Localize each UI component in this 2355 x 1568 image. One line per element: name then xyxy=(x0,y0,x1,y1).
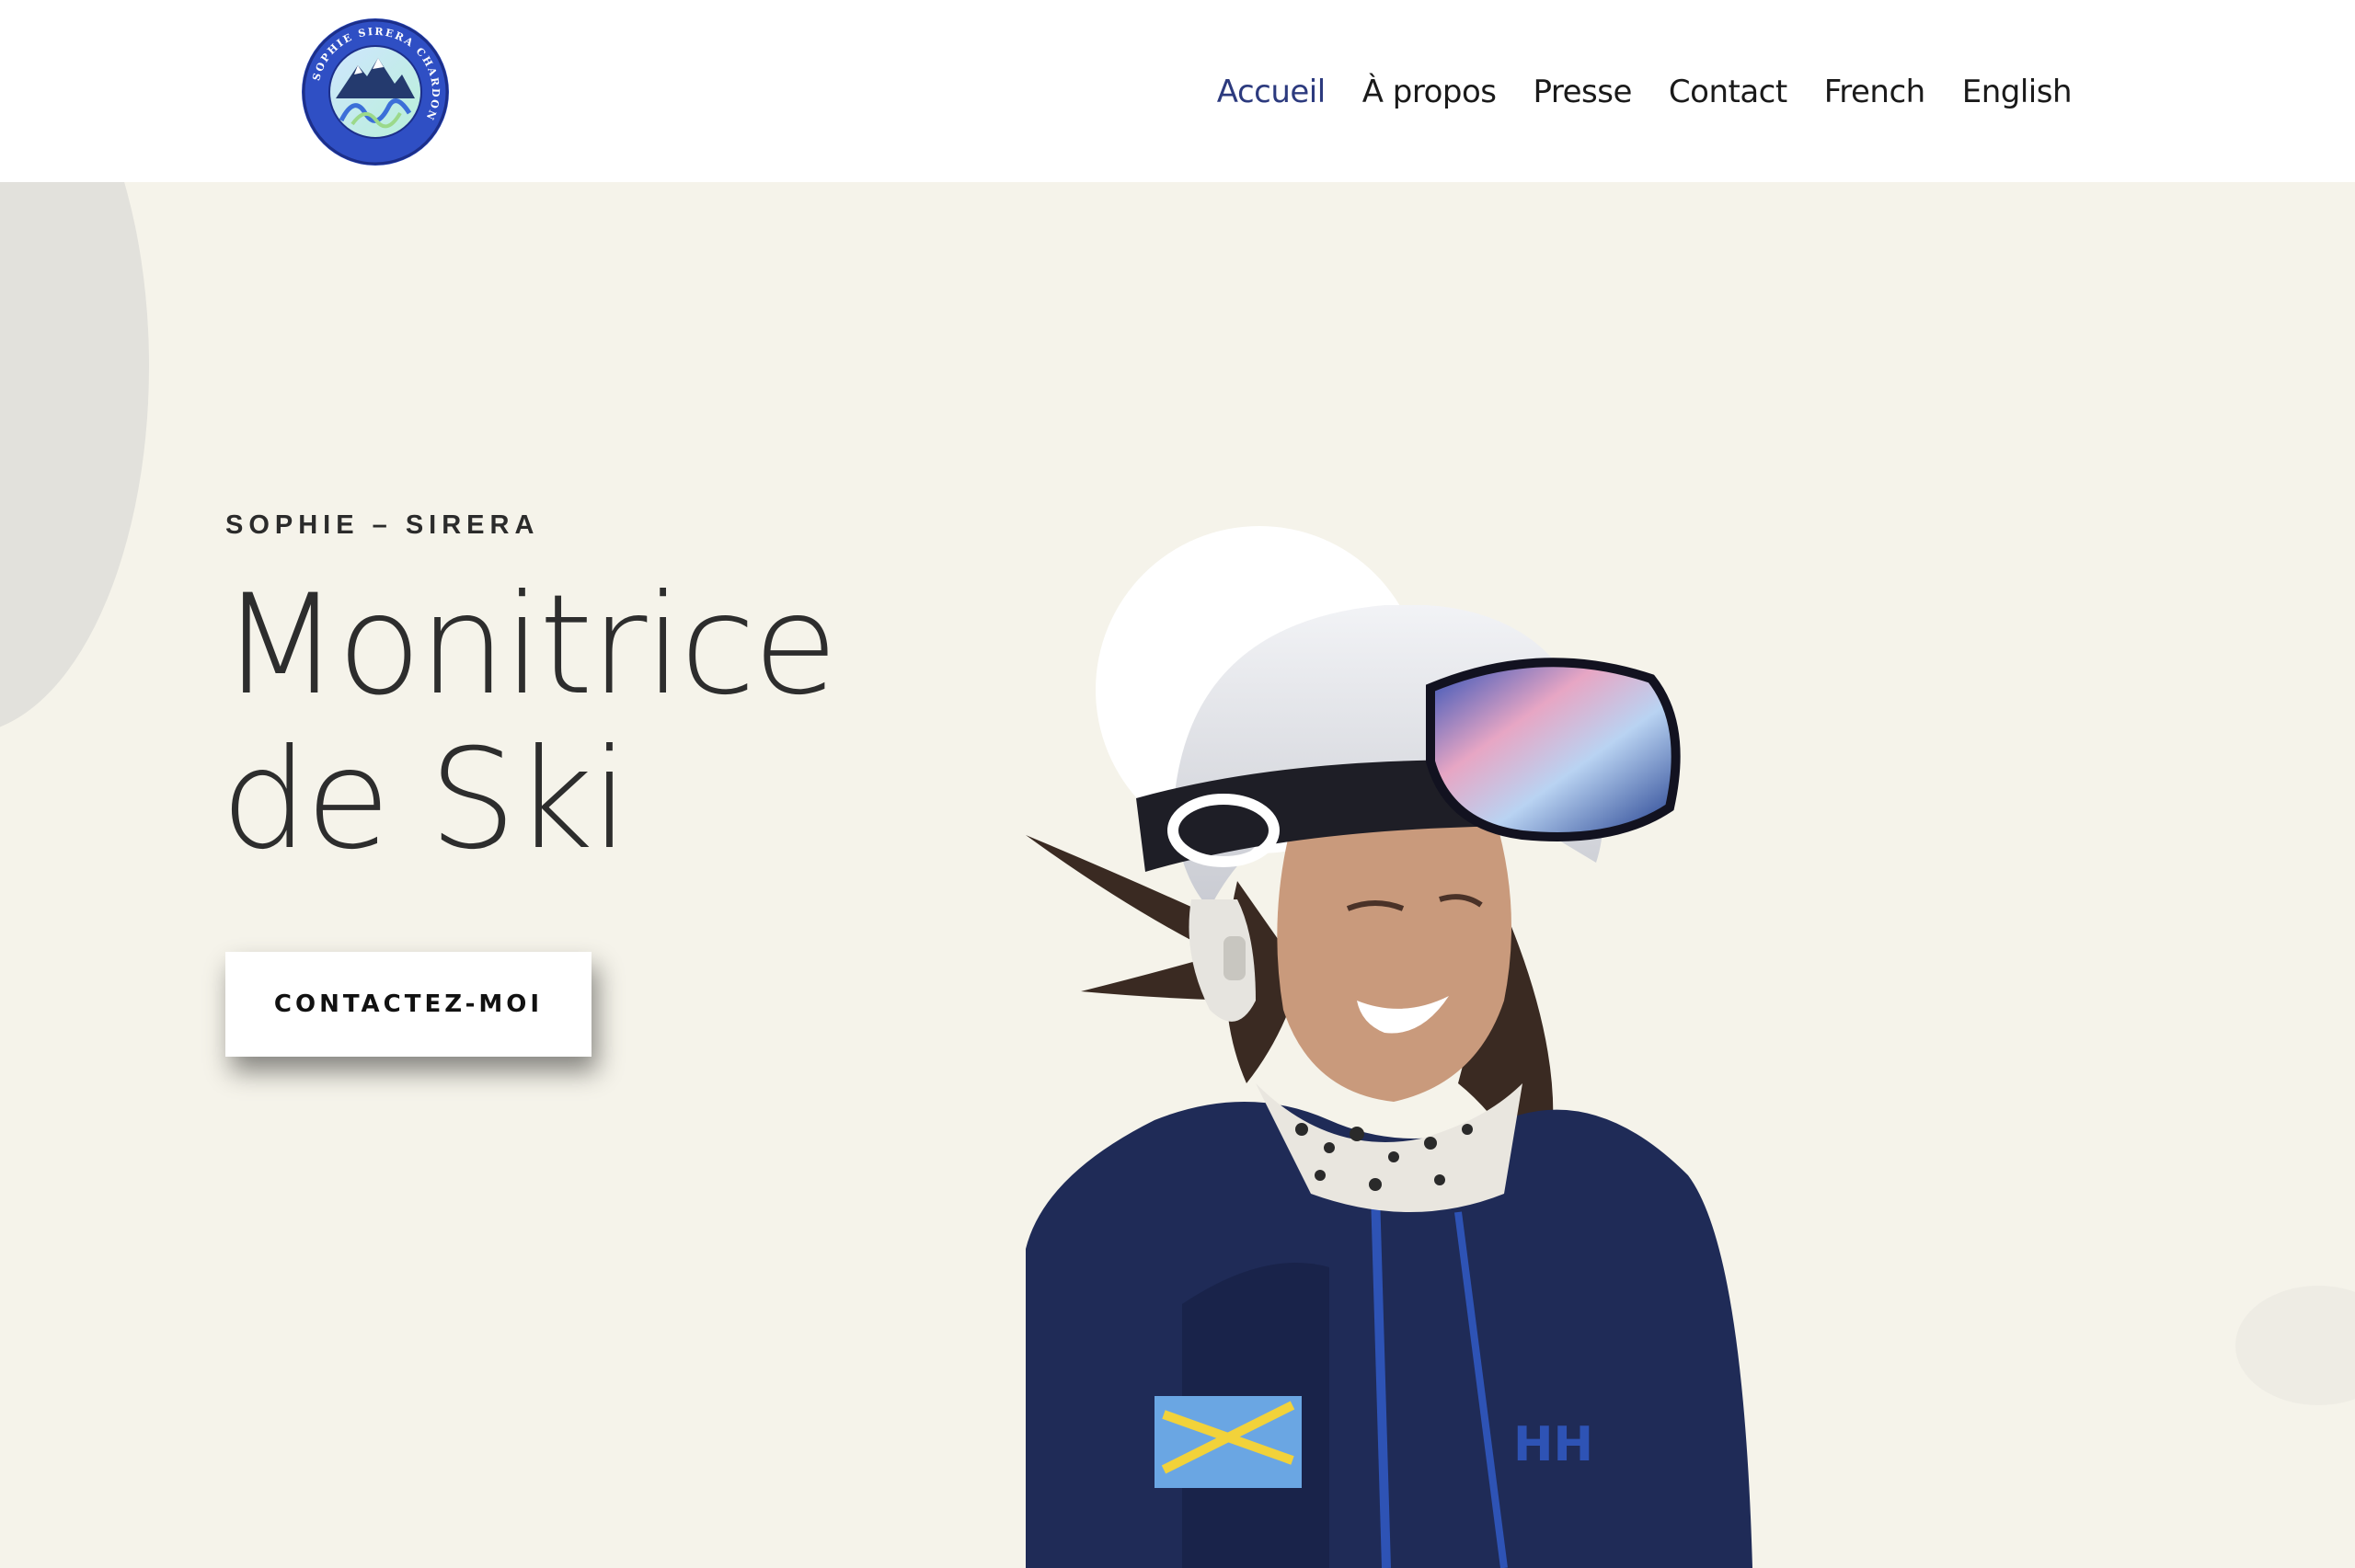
hero-eyebrow: SOPHIE – SIRERA xyxy=(225,510,540,540)
contact-me-button[interactable]: CONTACTEZ-MOI xyxy=(225,952,592,1057)
decorative-blob-right xyxy=(2235,1286,2355,1405)
instructor-portrait: HH xyxy=(1026,605,2093,1568)
main-nav: Accueil À propos Presse Contact French E… xyxy=(1217,66,2073,118)
headline-line-1: Monitrice xyxy=(221,566,838,726)
headline-line-2: de Ski xyxy=(221,720,629,880)
nav-item-presse[interactable]: Presse xyxy=(1534,74,1633,110)
hero-section: SOPHIE – SIRERA Monitrice de Ski CONTACT… xyxy=(0,182,2355,1568)
site-logo[interactable]: SOPHIE SIRERA CHARDON xyxy=(301,17,450,166)
nav-item-a-propos[interactable]: À propos xyxy=(1362,74,1497,110)
nav-item-english[interactable]: English xyxy=(1962,74,2073,110)
nav-item-accueil[interactable]: Accueil xyxy=(1217,74,1326,110)
ski-instructor-portrait-icon: HH xyxy=(1026,605,1752,1568)
site-header: SOPHIE SIRERA CHARDON Accueil À propos P… xyxy=(0,0,2355,182)
mountain-badge-icon: SOPHIE SIRERA CHARDON xyxy=(302,18,449,166)
decorative-circle-left xyxy=(0,182,149,734)
nav-item-french[interactable]: French xyxy=(1824,74,1926,110)
svg-text:HH: HH xyxy=(1513,1417,1593,1472)
hero-headline: Monitrice de Ski xyxy=(221,566,838,880)
nav-item-contact[interactable]: Contact xyxy=(1669,74,1787,110)
